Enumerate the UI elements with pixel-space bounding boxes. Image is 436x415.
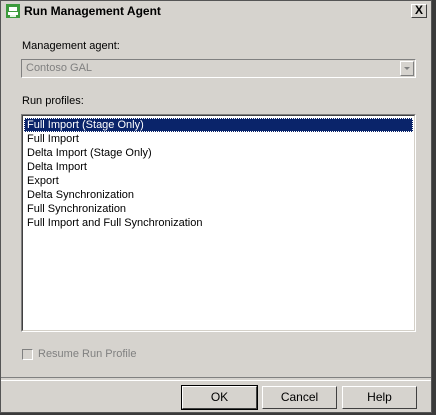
- list-item[interactable]: Full Import (Stage Only): [24, 118, 413, 132]
- ok-button[interactable]: OK: [181, 385, 258, 410]
- resume-run-profile-checkbox[interactable]: [22, 349, 33, 360]
- run-profiles-list[interactable]: Full Import (Stage Only) Full Import Delta…: [21, 114, 416, 332]
- run-profiles-list-inner: Full Import (Stage Only) Full Import Delta…: [22, 115, 415, 331]
- list-item[interactable]: Delta Import: [24, 160, 413, 174]
- list-item[interactable]: Full Import: [24, 132, 413, 146]
- run-profiles-label: Run profiles:: [22, 95, 84, 107]
- list-item[interactable]: Delta Import (Stage Only): [24, 146, 413, 160]
- list-item[interactable]: Full Import and Full Synchronization: [24, 216, 413, 230]
- green-agent-icon: [6, 4, 20, 18]
- management-agent-select[interactable]: Contoso GAL: [21, 59, 416, 78]
- footer-separator: [1, 377, 431, 381]
- chevron-down-icon[interactable]: [400, 61, 414, 76]
- resume-run-profile-label: Resume Run Profile: [38, 348, 137, 360]
- management-agent-label: Management agent:: [22, 40, 120, 52]
- run-management-agent-dialog: Run Management Agent X Management agent:…: [0, 0, 432, 413]
- title-bar[interactable]: Run Management Agent X: [2, 2, 430, 21]
- management-agent-value: Contoso GAL: [26, 62, 93, 74]
- list-item[interactable]: Delta Synchronization: [24, 188, 413, 202]
- window-title: Run Management Agent: [24, 4, 161, 18]
- list-item[interactable]: Full Synchronization: [24, 202, 413, 216]
- list-item[interactable]: Export: [24, 174, 413, 188]
- cancel-button[interactable]: Cancel: [262, 386, 337, 409]
- close-icon[interactable]: X: [411, 4, 427, 18]
- help-button[interactable]: Help: [342, 386, 417, 409]
